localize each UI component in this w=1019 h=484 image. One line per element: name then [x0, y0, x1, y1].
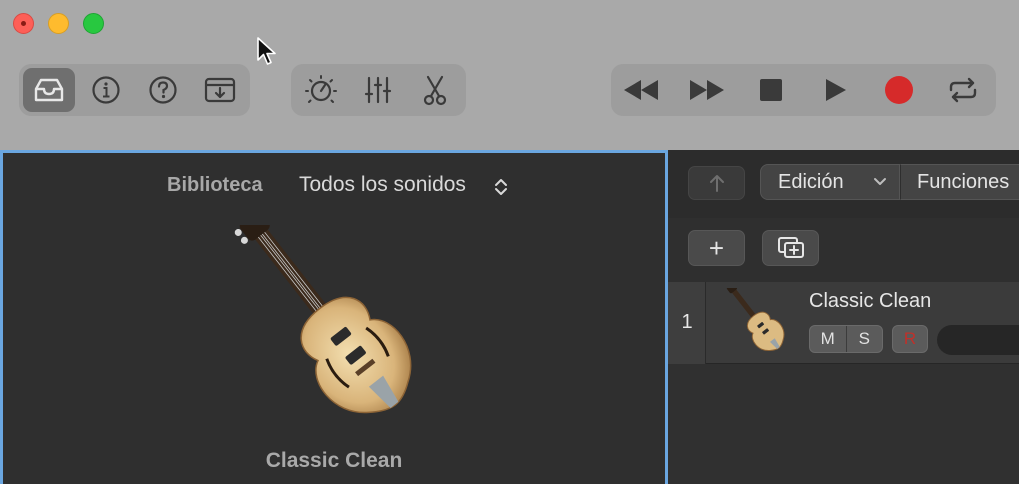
smart-controls-button[interactable] [295, 68, 347, 112]
track-name: Classic Clean [809, 290, 932, 312]
guitar-track-icon [726, 288, 785, 351]
play-icon [826, 79, 846, 101]
duplicate-track-icon [777, 237, 804, 258]
mouse-cursor-icon [257, 37, 276, 65]
up-down-chevron-icon[interactable] [494, 177, 508, 197]
stop-button[interactable] [745, 68, 797, 112]
toolbar [0, 0, 1019, 150]
mute-solo-group: M S [809, 325, 883, 353]
functions-menu[interactable]: Funciones [900, 164, 1019, 200]
functions-menu-label: Funciones [917, 170, 1010, 193]
help-icon [149, 76, 177, 104]
info-icon [92, 76, 120, 104]
cycle-button[interactable] [937, 68, 989, 112]
edit-menu-label: Edición [778, 170, 844, 193]
scissors-icon [423, 75, 447, 106]
sound-category-select[interactable]: Todos los sonidos [299, 173, 466, 197]
mute-button[interactable]: M [810, 326, 846, 352]
scissors-button[interactable] [409, 68, 461, 112]
mixer-icon [364, 76, 392, 104]
record-button[interactable] [873, 68, 925, 112]
library-icon [34, 78, 64, 102]
smart-controls-icon [305, 75, 337, 103]
rewind-icon [624, 80, 658, 100]
forward-button[interactable] [681, 68, 733, 112]
chevron-down-icon [874, 178, 886, 185]
volume-slider[interactable] [937, 325, 1019, 355]
help-button[interactable] [137, 68, 189, 112]
record-enable-button[interactable]: R [892, 325, 928, 353]
stop-icon [760, 79, 782, 101]
guitar-image [234, 225, 412, 414]
record-icon [885, 76, 913, 104]
library-header: Biblioteca Todos los sonidos [3, 173, 665, 199]
add-track-button[interactable]: + [688, 230, 745, 266]
track-number: 1 [681, 311, 693, 333]
library-panel: Biblioteca Todos los sonidos Classic Cle… [0, 150, 668, 484]
selected-patch-name: Classic Clean [265, 449, 403, 472]
download-icon [204, 77, 236, 103]
mixer-button[interactable] [352, 68, 404, 112]
track-actions-row: + [668, 218, 1019, 282]
tracks-menubar: Edición Funciones [668, 150, 1019, 218]
edit-button-group [291, 64, 466, 116]
go-up-button[interactable] [688, 166, 745, 200]
add-track-label: + [708, 233, 725, 263]
track-row[interactable]: 1 Classic Clean M S R [668, 282, 1019, 364]
view-button-group [19, 64, 250, 116]
arrow-up-icon [709, 175, 724, 192]
minimize-window-button[interactable] [48, 13, 69, 34]
library-title: Biblioteca [167, 174, 263, 196]
library-button[interactable] [23, 68, 75, 112]
info-button[interactable] [80, 68, 132, 112]
forward-icon [690, 80, 724, 100]
solo-button[interactable]: S [845, 326, 883, 352]
zoom-window-button[interactable] [83, 13, 104, 34]
cycle-icon [949, 77, 977, 103]
edit-menu[interactable]: Edición [760, 164, 900, 200]
play-button[interactable] [809, 68, 861, 112]
close-window-button[interactable] [13, 13, 34, 34]
download-button[interactable] [194, 68, 246, 112]
rewind-button[interactable] [615, 68, 667, 112]
tracks-area: Edición Funciones + 1 Classic Clean M S … [668, 150, 1019, 484]
transport-button-group [611, 64, 996, 116]
track-number-column: 1 [668, 282, 706, 364]
duplicate-track-button[interactable] [762, 230, 819, 266]
